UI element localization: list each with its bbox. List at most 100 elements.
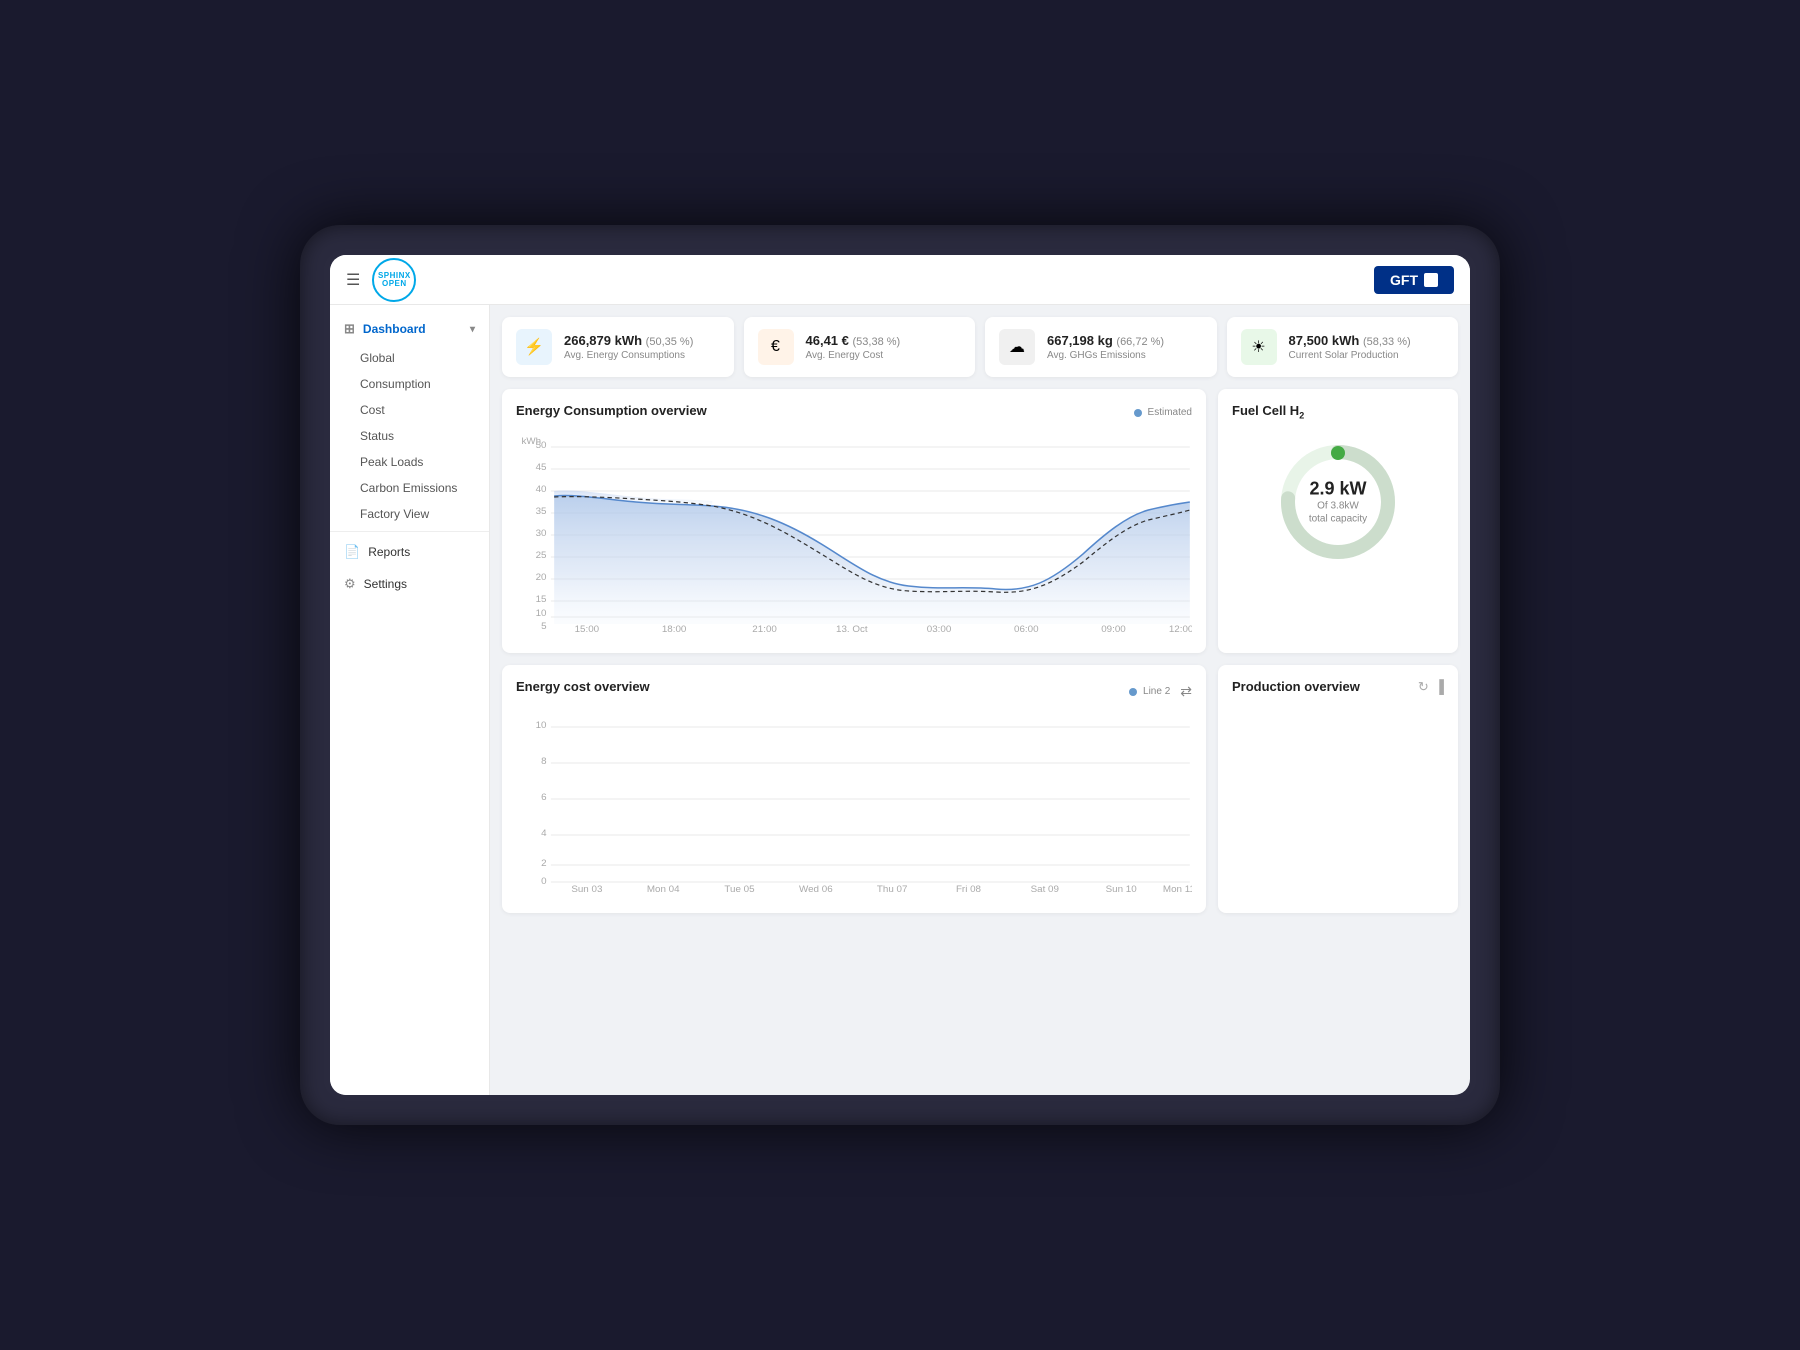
swap-icon[interactable]: ⇄ [1180,683,1192,700]
fuel-cell-title-text: Fuel Cell H [1232,403,1299,418]
estimated-label: Estimated [1148,407,1192,418]
svg-text:Wed 06: Wed 06 [799,883,833,894]
sun-icon: ☀ [1251,337,1265,357]
sidebar-item-dashboard[interactable]: ⊞ Dashboard ▾ [330,313,489,345]
stat-info-cost: 46,41 € (53,38 %) Avg. Energy Cost [806,333,962,361]
svg-text:15:00: 15:00 [575,623,600,634]
svg-text:13. Oct: 13. Oct [836,623,868,634]
svg-text:40: 40 [536,483,547,494]
svg-text:0: 0 [541,875,546,886]
fuel-cell-value: 2.9 kW [1309,478,1367,499]
bottom-row: Energy cost overview Line 2 ⇄ [502,665,1458,913]
fuel-cell-title: Fuel Cell H2 [1232,403,1304,421]
tablet-frame: ☰ SPHINX OPEN GFT ⊞ Dashboard [300,225,1500,1125]
logo: SPHINX OPEN [372,258,416,302]
svg-text:Tue 05: Tue 05 [724,883,754,894]
stat-info-solar: 87,500 kWh (58,33 %) Current Solar Produ… [1289,333,1445,361]
cost-chart-legend: Line 2 [1129,686,1170,697]
svg-text:6: 6 [541,791,546,802]
svg-text:kWh: kWh [521,435,541,446]
svg-text:45: 45 [536,461,547,472]
sidebar-item-settings[interactable]: ⚙ Settings [330,568,489,600]
cost-chart-card: Energy cost overview Line 2 ⇄ [502,665,1206,913]
chart-icon[interactable]: ▐ [1435,679,1444,695]
svg-text:03:00: 03:00 [927,623,952,634]
energy-chart-svg: 50 45 40 35 30 25 20 15 10 5 kWh [516,434,1192,634]
fuel-cell-capacity-line1: Of 3.8kW [1309,499,1367,512]
svg-text:25: 25 [536,549,547,560]
cost-value: 46,41 € (53,38 %) [806,333,962,348]
production-card: Production overview ↻ ▐ [1218,665,1458,913]
ghg-value: 667,198 kg (66,72 %) [1047,333,1203,348]
chevron-down-icon: ▾ [470,324,475,335]
stats-row: ⚡ 266,879 kWh (50,35 %) Avg. Energy Cons… [502,317,1458,377]
tablet-screen: ☰ SPHINX OPEN GFT ⊞ Dashboard [330,255,1470,1095]
cost-amount: 46,41 € [806,333,849,348]
refresh-icon[interactable]: ↻ [1418,679,1429,695]
line2-dot [1129,688,1137,696]
sidebar-dashboard-label: Dashboard [363,322,426,336]
svg-text:Mon 04: Mon 04 [647,883,680,894]
gft-square-icon [1424,273,1438,287]
svg-text:Mon 11: Mon 11 [1163,883,1192,894]
stat-card-ghg: ☁ 667,198 kg (66,72 %) Avg. GHGs Emissio… [985,317,1217,377]
svg-text:Sun 03: Sun 03 [571,883,602,894]
svg-text:8: 8 [541,755,546,766]
energy-label: Avg. Energy Consumptions [564,350,720,361]
energy-consumption-chart: Energy Consumption overview Estimated [502,389,1206,653]
sidebar-item-carbon-emissions[interactable]: Carbon Emissions [330,475,489,501]
header-left: ☰ SPHINX OPEN [346,258,416,302]
line2-label: Line 2 [1143,686,1170,697]
svg-text:10: 10 [536,719,547,730]
svg-text:12:00: 12:00 [1169,623,1192,634]
solar-value: 87,500 kWh (58,33 %) [1289,333,1445,348]
svg-text:Fri 08: Fri 08 [956,883,981,894]
svg-text:06:00: 06:00 [1014,623,1039,634]
svg-text:4: 4 [541,827,546,838]
header: ☰ SPHINX OPEN GFT [330,255,1470,305]
hamburger-menu-icon[interactable]: ☰ [346,270,360,290]
gft-badge[interactable]: GFT [1374,266,1454,294]
cost-chart-svg: 10 8 6 4 2 0 [516,714,1192,894]
sidebar-item-reports[interactable]: 📄 Reports [330,536,489,568]
settings-icon: ⚙ [344,576,356,592]
sidebar-reports-label: Reports [368,545,410,559]
svg-text:Sun 10: Sun 10 [1106,883,1137,894]
solar-percent: (58,33 %) [1363,336,1411,348]
donut-center: 2.9 kW Of 3.8kW total capacity [1309,478,1367,525]
solar-label: Current Solar Production [1289,350,1445,361]
main-layout: ⊞ Dashboard ▾ Global Consumption Cost St… [330,305,1470,1095]
energy-kwh: 266,879 kWh [564,333,642,348]
dashboard-icon: ⊞ [344,321,355,337]
reports-icon: 📄 [344,544,360,560]
sidebar-item-peak-loads[interactable]: Peak Loads [330,449,489,475]
svg-text:10: 10 [536,607,547,618]
sidebar-item-global[interactable]: Global [330,345,489,371]
svg-text:15: 15 [536,593,547,604]
svg-text:30: 30 [536,527,547,538]
lightning-icon: ⚡ [524,337,544,357]
svg-text:09:00: 09:00 [1101,623,1126,634]
ghg-percent: (66,72 %) [1116,336,1164,348]
sidebar-divider [330,531,489,532]
cloud-icon: ☁ [1009,337,1025,357]
svg-text:35: 35 [536,505,547,516]
svg-text:Thu 07: Thu 07 [877,883,908,894]
charts-row: Energy Consumption overview Estimated [502,389,1458,653]
sidebar-item-status[interactable]: Status [330,423,489,449]
sidebar-settings-label: Settings [364,577,407,591]
production-action-icons: ↻ ▐ [1418,679,1444,695]
sidebar-item-cost[interactable]: Cost [330,397,489,423]
svg-text:Sat 09: Sat 09 [1031,883,1059,894]
logo-circle: SPHINX OPEN [372,258,416,302]
stat-card-energy-cost: € 46,41 € (53,38 %) Avg. Energy Cost [744,317,976,377]
sidebar-item-consumption[interactable]: Consumption [330,371,489,397]
cost-label: Avg. Energy Cost [806,350,962,361]
fuel-cell-card: Fuel Cell H2 [1218,389,1458,653]
stat-info-ghg: 667,198 kg (66,72 %) Avg. GHGs Emissions [1047,333,1203,361]
estimated-dot [1134,409,1142,417]
stat-card-energy-consumption: ⚡ 266,879 kWh (50,35 %) Avg. Energy Cons… [502,317,734,377]
fuel-cell-capacity-line2: total capacity [1309,512,1367,525]
sidebar-item-factory-view[interactable]: Factory View [330,501,489,527]
logo-open: OPEN [382,280,407,288]
